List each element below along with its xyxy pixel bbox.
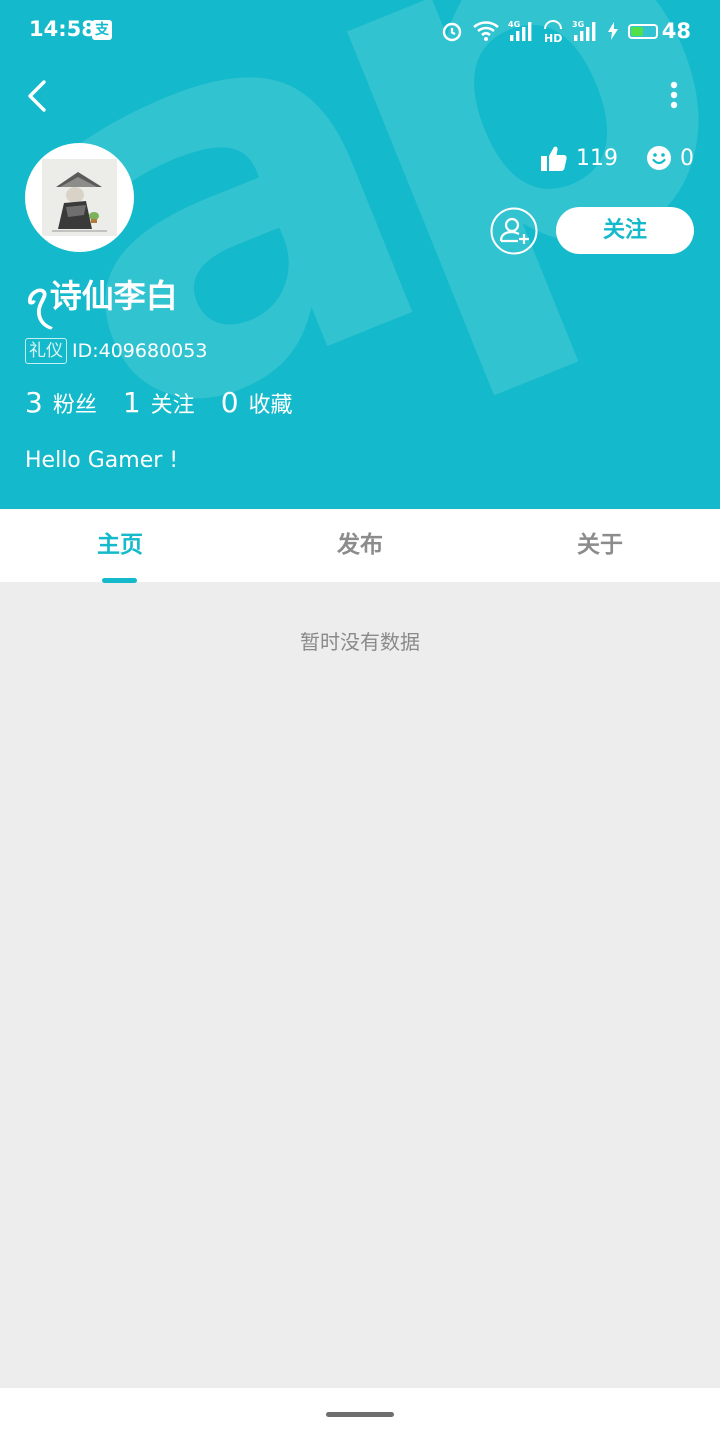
add-friend-button[interactable]: [490, 207, 538, 255]
add-user-icon: [490, 207, 538, 255]
back-button[interactable]: [18, 74, 58, 118]
stat-favorites-label: 收藏: [248, 393, 293, 418]
stats-row: 3 粉丝 1 关注 0 收藏: [25, 386, 319, 419]
user-bio: Hello Gamer !: [25, 448, 179, 473]
user-id: ID:409680053: [72, 340, 208, 362]
signal-4g-icon: 4G: [508, 20, 532, 41]
monk-drawing-icon: [42, 159, 117, 236]
likes: 119: [540, 144, 618, 172]
battery-level: 48: [661, 19, 691, 43]
more-vertical-icon: [670, 81, 678, 109]
alarm-icon: [442, 22, 461, 42]
tab-about[interactable]: 关于: [480, 509, 720, 582]
battery-icon: [627, 23, 658, 39]
username: ꪖ诗仙李白: [25, 277, 178, 315]
chevron-left-icon: [28, 80, 46, 112]
stat-fans[interactable]: 3 粉丝: [25, 386, 97, 419]
reactions: 119 0: [512, 144, 694, 172]
profile-screen: apTap 14:58 支 4G: [0, 0, 720, 1440]
active-tab-indicator: [102, 578, 137, 583]
svg-text:3G: 3G: [572, 20, 584, 29]
smiles: 0: [646, 145, 694, 171]
avatar[interactable]: [25, 143, 134, 252]
stat-following[interactable]: 1 关注: [123, 386, 195, 419]
home-indicator[interactable]: [326, 1412, 394, 1417]
wifi-icon: [472, 21, 499, 41]
tab-home[interactable]: 主页: [0, 509, 240, 582]
status-bar: 14:58 支 4G HD 3G 48: [0, 0, 720, 62]
charging-icon: [607, 22, 618, 40]
thumbs-up-icon: [541, 146, 567, 171]
payment-notification-icon: 支: [92, 20, 112, 40]
profile-header: apTap 14:58 支 4G: [0, 0, 720, 509]
status-time: 14:58: [29, 17, 96, 41]
battery: 48: [627, 19, 691, 43]
profile-tabs: 主页 发布 关于: [0, 509, 720, 582]
likes-count: 119: [576, 145, 618, 171]
svg-text:4G: 4G: [508, 20, 520, 29]
more-options-button[interactable]: [656, 74, 692, 118]
smiles-count: 0: [680, 145, 694, 171]
svg-text:HD: HD: [544, 32, 562, 43]
hd-icon: HD: [544, 20, 562, 43]
signal-3g-icon: 3G: [572, 20, 596, 41]
follow-button[interactable]: 关注: [556, 207, 694, 254]
stat-fans-label: 粉丝: [52, 393, 97, 418]
smiley-icon: [647, 146, 671, 170]
stat-following-count: 1: [122, 386, 141, 419]
title-badge: 礼仪: [25, 338, 67, 364]
stat-following-label: 关注: [150, 393, 195, 418]
stat-favorites[interactable]: 0 收藏: [221, 386, 293, 419]
empty-state-message: 暂时没有数据: [300, 630, 420, 654]
battery-fill: [630, 26, 643, 36]
avatar-image: [42, 159, 117, 236]
stat-fans-count: 3: [25, 386, 43, 419]
status-icons: 4G HD 3G 48: [440, 17, 691, 45]
tab-posts[interactable]: 发布: [240, 509, 480, 582]
stat-favorites-count: 0: [220, 386, 239, 419]
